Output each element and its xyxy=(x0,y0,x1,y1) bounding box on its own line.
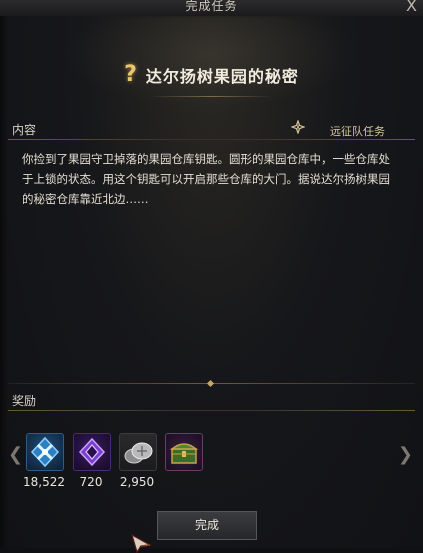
quest-description: 你捡到了果园守卫掉落的果园仓库钥匙。圆形的果园仓库中，一些仓库处于上锁的状态。用… xyxy=(22,152,390,206)
complete-button[interactable]: 完成 xyxy=(157,511,257,540)
silver-coins-icon xyxy=(124,442,153,464)
reward-slot-purple-gem[interactable] xyxy=(73,433,111,471)
panel-edge-shadow xyxy=(0,16,8,548)
purple-gem-icon xyxy=(78,437,106,467)
reward-count-purple-gem: 720 xyxy=(79,475,103,489)
rewards-prev-button[interactable]: ❮ xyxy=(8,444,23,465)
rewards-divider xyxy=(8,410,415,411)
quest-title: 达尔扬树果园的秘密 xyxy=(145,66,299,86)
window-titlebar: 完成任务 X xyxy=(0,0,423,17)
blue-crystal-icon xyxy=(30,436,60,468)
content-label: 内容 xyxy=(12,123,37,137)
treasure-chest-icon xyxy=(169,443,199,464)
rewards-next-button[interactable]: ❯ xyxy=(398,444,413,465)
reward-slot-silver-coins[interactable] xyxy=(119,433,157,471)
rewards-label: 奖励 xyxy=(12,394,37,408)
quest-marker-icon: ? xyxy=(124,62,137,87)
close-button[interactable]: X xyxy=(406,0,417,15)
reward-count-blue-crystal: 18,522 xyxy=(23,475,65,489)
quest-title-row: ? 达尔扬树果园的秘密 xyxy=(0,62,423,87)
content-divider xyxy=(8,139,415,140)
title-underline xyxy=(150,96,273,97)
reward-slot-treasure-chest[interactable] xyxy=(165,433,203,471)
window-title: 完成任务 xyxy=(185,0,238,13)
reward-slot-blue-crystal[interactable] xyxy=(26,433,64,471)
reward-count-silver-coins: 2,950 xyxy=(119,475,155,489)
quest-category: 远征队任务 xyxy=(330,125,385,138)
expedition-icon xyxy=(291,120,305,134)
cursor-icon xyxy=(131,533,152,553)
